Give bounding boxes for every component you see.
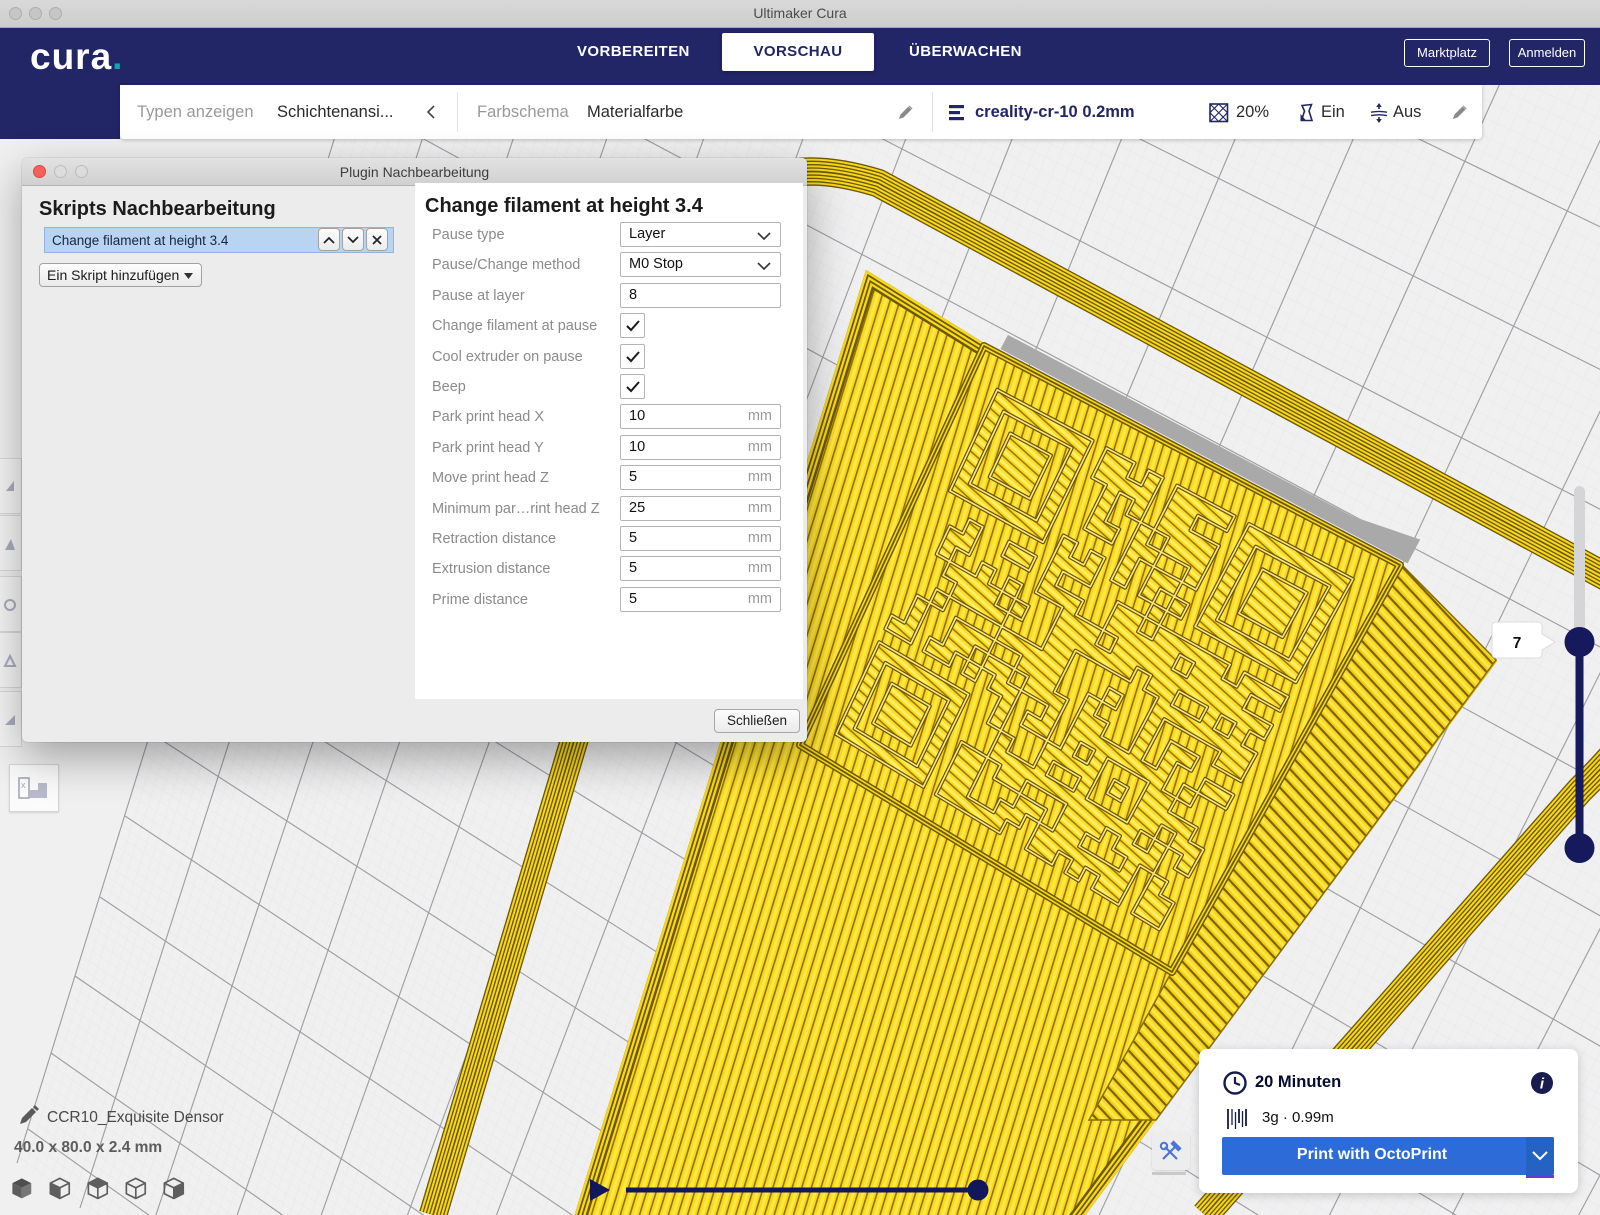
svg-text:7: 7 <box>1513 635 1522 652</box>
svg-text:x: x <box>21 780 26 790</box>
